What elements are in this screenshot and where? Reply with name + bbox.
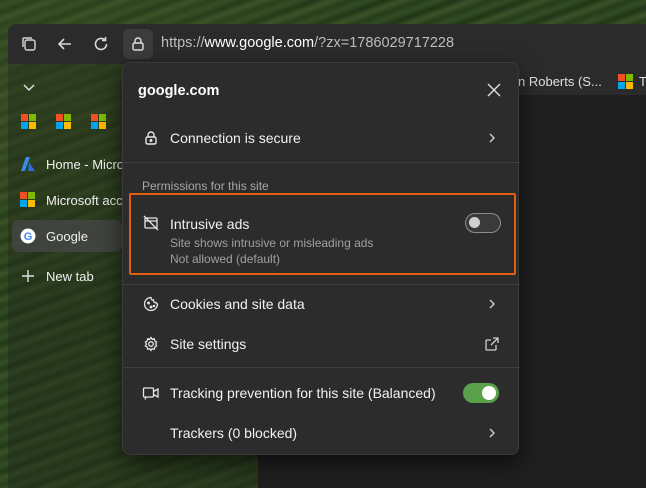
collapse-chevron-icon[interactable] — [22, 80, 36, 99]
trackers-label: Trackers (0 blocked) — [170, 425, 298, 441]
close-button[interactable] — [484, 80, 504, 100]
toggle-knob — [482, 386, 496, 400]
google-icon: G — [20, 228, 36, 244]
divider — [123, 367, 520, 368]
cookies-label: Cookies and site data — [170, 296, 305, 312]
cookie-icon — [142, 295, 160, 313]
address-bar[interactable]: https://www.google.com/?zx=1786029717228 — [161, 35, 454, 51]
tracking-prevention-icon — [142, 384, 160, 402]
site-settings-label: Site settings — [170, 336, 247, 352]
intrusive-ads-title: Intrusive ads — [170, 216, 250, 232]
close-icon — [487, 83, 501, 97]
toggle-knob — [469, 217, 480, 228]
connection-label: Connection is secure — [170, 130, 301, 146]
divider — [123, 162, 520, 163]
azure-icon — [20, 156, 36, 172]
address-path: /?zx=1786029717228 — [314, 35, 455, 51]
open-external-icon — [484, 336, 500, 352]
permissions-header: Permissions for this site — [142, 179, 269, 193]
site-info-lock-button[interactable] — [123, 29, 153, 59]
connection-secure-row[interactable]: Connection is secure — [123, 119, 520, 157]
cookies-row[interactable]: Cookies and site data — [123, 285, 520, 323]
address-prefix: https:// — [161, 35, 205, 51]
favorite-item[interactable]: Ta — [618, 70, 646, 92]
site-info-popup: google.com Connection is secure Permissi… — [122, 62, 520, 455]
pinned-tabs — [21, 114, 106, 129]
tab-google[interactable]: G Google — [12, 220, 122, 252]
intrusive-ads-status: Not allowed (default) — [170, 252, 281, 266]
intrusive-ads-toggle[interactable] — [465, 213, 501, 233]
microsoft-logo-icon[interactable] — [56, 114, 71, 129]
plus-icon — [20, 268, 36, 284]
address-domain: www.google.com — [204, 35, 315, 51]
gear-icon — [142, 335, 160, 353]
popup-title: google.com — [138, 83, 220, 99]
microsoft-logo-icon[interactable] — [91, 114, 106, 129]
lock-icon — [132, 37, 144, 51]
tracking-prevention-row: Tracking prevention for this site (Balan… — [123, 374, 520, 412]
microsoft-logo-icon[interactable] — [21, 114, 36, 129]
browser-toolbar: https://www.google.com/?zx=1786029717228 — [8, 24, 646, 64]
refresh-icon[interactable] — [90, 33, 112, 55]
tracking-prevention-toggle[interactable] — [463, 383, 499, 403]
intrusive-ads-icon — [143, 215, 159, 236]
trackers-row[interactable]: Trackers (0 blocked) — [123, 414, 520, 452]
microsoft-logo-icon — [618, 73, 633, 89]
site-settings-row[interactable]: Site settings — [123, 325, 520, 363]
chevron-right-icon — [484, 296, 500, 312]
chevron-right-icon — [484, 425, 500, 441]
svg-text:G: G — [24, 231, 33, 243]
microsoft-logo-icon — [20, 192, 36, 208]
workspaces-icon[interactable] — [18, 33, 40, 55]
intrusive-ads-description: Site shows intrusive or misleading ads — [170, 236, 374, 250]
favorite-item[interactable]: n Roberts (S... — [518, 70, 602, 92]
tracking-prevention-label: Tracking prevention for this site (Balan… — [170, 385, 436, 401]
lock-icon — [142, 129, 160, 147]
back-icon[interactable] — [54, 33, 76, 55]
chevron-right-icon — [484, 130, 500, 146]
